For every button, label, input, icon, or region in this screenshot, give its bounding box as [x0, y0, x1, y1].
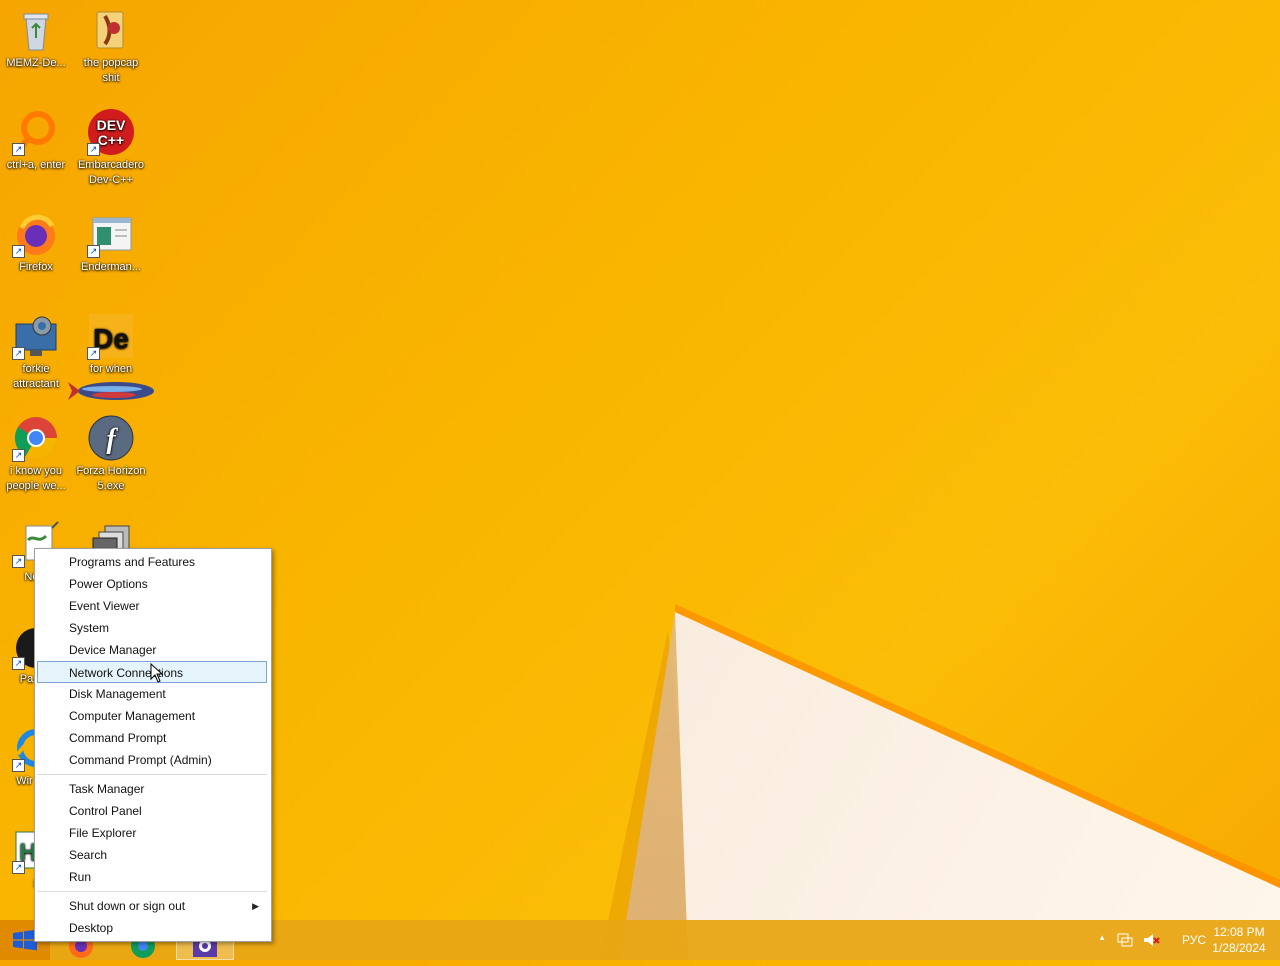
- show-hidden-icons-icon[interactable]: ▲: [1098, 933, 1106, 942]
- menu-item-label: Network Connections: [69, 666, 184, 680]
- menu-item-search[interactable]: Search: [37, 844, 267, 866]
- shortcut-arrow-icon: ↗: [12, 143, 25, 156]
- menu-item-label: System: [69, 621, 110, 635]
- desktop-icon-ctrl-a[interactable]: ↗ ctrl+a, enter: [0, 102, 72, 173]
- shortcut-arrow-icon: ↗: [12, 347, 25, 360]
- shortcut-arrow-icon: ↗: [87, 143, 100, 156]
- desktop-icon-label: MEMZ-De...: [6, 57, 66, 69]
- menu-item-label: Event Viewer: [69, 599, 140, 613]
- recycle-bin-icon: [12, 6, 60, 54]
- desktop-icon-forza[interactable]: f Forza Horizon 5.exe: [75, 408, 147, 494]
- menu-item-run[interactable]: Run: [37, 866, 267, 888]
- desktop-icon-devcpp[interactable]: DEV C++ ↗ Embarcadero Dev-C++: [75, 102, 147, 188]
- desktop-icon-enderman[interactable]: ↗ Enderman...: [75, 204, 147, 275]
- menu-item-label: Programs and Features: [69, 555, 196, 569]
- mouse-cursor-icon: [150, 662, 164, 688]
- menu-item-system[interactable]: System: [37, 617, 267, 639]
- desktop-icon-firefox[interactable]: ↗ Firefox: [0, 204, 72, 275]
- menu-item-label: Search: [69, 848, 108, 862]
- menu-item-programs-features[interactable]: Programs and Features: [37, 551, 267, 573]
- shortcut-arrow-icon: ↗: [12, 759, 25, 772]
- menu-item-label: Shut down or sign out: [69, 899, 186, 913]
- desktop-icon-label: for when: [89, 363, 133, 375]
- menu-item-shut-down[interactable]: Shut down or sign out ▶: [37, 895, 267, 917]
- menu-item-label: File Explorer: [69, 826, 137, 840]
- menu-item-task-manager[interactable]: Task Manager: [37, 778, 267, 800]
- submenu-arrow-icon: ▶: [252, 901, 259, 911]
- menu-item-label: Device Manager: [69, 643, 157, 657]
- menu-item-label: Task Manager: [69, 782, 145, 796]
- power-user-menu: Programs and Features Power Options Even…: [34, 548, 272, 942]
- menu-item-power-options[interactable]: Power Options: [37, 573, 267, 595]
- menu-item-label: Command Prompt (Admin): [69, 753, 212, 767]
- language-indicator[interactable]: РУС: [1182, 933, 1206, 947]
- desktop-icon-label: forkie attractant: [13, 363, 59, 390]
- menu-item-command-prompt-admin[interactable]: Command Prompt (Admin): [37, 749, 267, 771]
- desktop-icon-label: Firefox: [19, 261, 53, 273]
- chrome-icon: ↗: [12, 414, 60, 462]
- fish-image: [66, 376, 158, 406]
- desktop-icon-memz[interactable]: MEMZ-De...: [0, 0, 72, 71]
- shortcut-arrow-icon: ↗: [12, 861, 25, 874]
- menu-item-label: Command Prompt: [69, 731, 167, 745]
- shortcut-arrow-icon: ↗: [87, 347, 100, 360]
- desktop-icon-label: ctrl+a, enter: [6, 159, 66, 171]
- network-icon[interactable]: [1116, 931, 1134, 952]
- menu-item-file-explorer[interactable]: File Explorer: [37, 822, 267, 844]
- shortcut-arrow-icon: ↗: [12, 555, 25, 568]
- menu-item-control-panel[interactable]: Control Panel: [37, 800, 267, 822]
- menu-item-desktop[interactable]: Desktop: [37, 917, 267, 939]
- menu-item-label: Control Panel: [69, 804, 142, 818]
- firefox-icon: ↗: [12, 210, 60, 258]
- shortcut-arrow-icon: ↗: [12, 449, 25, 462]
- menu-item-computer-management[interactable]: Computer Management: [37, 705, 267, 727]
- shortcut-arrow-icon: ↗: [87, 245, 100, 258]
- folder-icon: [87, 6, 135, 54]
- desktop-icon-label: Enderman...: [81, 261, 141, 273]
- menu-item-event-viewer[interactable]: Event Viewer: [37, 595, 267, 617]
- desktop-icon-for-when[interactable]: De ↗ for when: [75, 306, 147, 377]
- svg-text:DEV: DEV: [97, 117, 126, 133]
- desktop-icon-forkie[interactable]: ↗ forkie attractant: [0, 306, 72, 392]
- desktop-icon-popcap[interactable]: the popcap shit: [75, 0, 147, 86]
- menu-item-label: Computer Management: [69, 709, 196, 723]
- volume-muted-icon[interactable]: [1142, 931, 1160, 952]
- desktop-icon-chrome[interactable]: ↗ i know you people we...: [0, 408, 72, 494]
- clock[interactable]: 12:08 PM 1/28/2024: [1204, 924, 1274, 956]
- clock-time: 12:08 PM: [1213, 925, 1265, 939]
- shortcut-arrow-icon: ↗: [12, 657, 25, 670]
- clock-date: 1/28/2024: [1212, 941, 1266, 955]
- svg-text:C++: C++: [98, 132, 124, 148]
- settings-monitor-icon: ↗: [12, 312, 60, 360]
- menu-item-command-prompt[interactable]: Command Prompt: [37, 727, 267, 749]
- flash-icon: f: [87, 414, 135, 462]
- menu-item-label: Desktop: [69, 921, 114, 935]
- shortcut-arrow-icon: ↗: [12, 245, 25, 258]
- desktop-icon-label: i know you people we...: [6, 465, 66, 492]
- menu-separator: [37, 774, 267, 775]
- window-app-icon: ↗: [87, 210, 135, 258]
- desktop-icon-label: the popcap shit: [83, 57, 139, 84]
- ring-app-icon: ↗: [12, 108, 60, 156]
- desktop-icon-label: Embarcadero Dev-C++: [77, 159, 145, 186]
- menu-item-device-manager[interactable]: Device Manager: [37, 639, 267, 661]
- menu-separator: [37, 891, 267, 892]
- menu-item-label: Power Options: [69, 577, 148, 591]
- menu-item-label: Run: [69, 870, 92, 884]
- desktop-icon-label: Forza Horizon 5.exe: [76, 465, 146, 492]
- devcpp-icon: DEV C++ ↗: [87, 108, 135, 156]
- de-app-icon: De ↗: [87, 312, 135, 360]
